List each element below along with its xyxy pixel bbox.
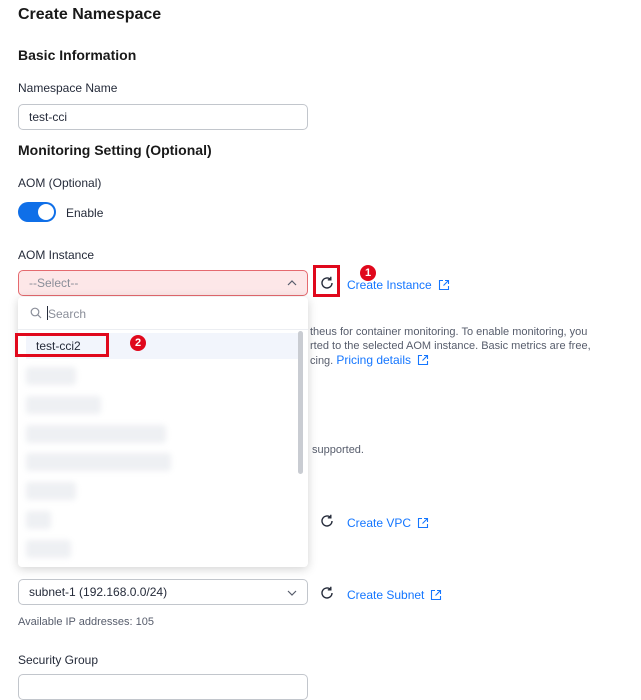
supported-text: supported. [312,444,364,456]
create-instance-text: Create Instance [347,278,432,292]
subnet-value: subnet-1 (192.168.0.0/24) [29,585,168,599]
aom-optional-label: AOM (Optional) [18,176,102,190]
monitoring-heading: Monitoring Setting (Optional) [18,142,212,158]
create-subnet-link[interactable]: Create Subnet [347,586,442,604]
aom-instance-select[interactable]: --Select-- [18,270,308,296]
info-line3-text: cing. [310,355,334,367]
monitoring-info-line1: theus for container monitoring. To enabl… [310,326,588,338]
external-link-icon [438,279,449,291]
aom-enable-toggle[interactable] [18,202,56,222]
blurred-option[interactable] [26,367,76,385]
annotation-box-option [15,333,109,357]
external-link-icon [417,517,429,529]
create-vpc-link[interactable]: Create VPC [347,514,429,532]
pricing-details-link[interactable]: Pricing details [336,353,411,367]
select-placeholder: --Select-- [29,276,79,290]
toggle-enable-label: Enable [66,206,104,220]
blurred-option[interactable] [26,453,171,471]
dropdown-search[interactable]: Search [18,297,308,330]
blurred-option[interactable] [26,396,101,414]
blurred-option[interactable] [26,540,71,558]
page-title: Create Namespace [18,6,162,23]
basic-info-heading: Basic Information [18,47,137,63]
monitoring-info-line2: rted to the selected AOM instance. Basic… [310,340,591,352]
dropdown-scrollbar[interactable] [298,331,303,474]
namespace-name-label: Namespace Name [18,81,118,95]
create-vpc-text: Create VPC [347,516,412,530]
blurred-option[interactable] [26,511,51,529]
create-subnet-text: Create Subnet [347,588,425,602]
create-instance-link[interactable]: Create Instance [347,276,450,294]
subnet-select[interactable]: subnet-1 (192.168.0.0/24) [18,579,308,605]
aom-instance-dropdown: Search test-cci2 2 [15,297,308,567]
toggle-knob [38,204,54,220]
refresh-icon[interactable] [319,585,335,601]
blurred-option[interactable] [26,482,76,500]
aom-instance-label: AOM Instance [18,248,95,262]
annotation-badge-2: 2 [130,335,146,351]
chevron-down-icon [287,590,297,596]
available-ip-text: Available IP addresses: 105 [18,616,154,628]
search-placeholder: Search [48,307,87,321]
external-link-icon [431,589,442,601]
monitoring-info-line3: cing. Pricing details [310,354,429,367]
namespace-name-input[interactable]: test-cci [18,104,308,130]
search-icon [30,307,42,319]
refresh-icon[interactable] [319,275,335,291]
external-link-icon [417,354,429,366]
refresh-icon[interactable] [319,513,335,529]
blurred-option[interactable] [26,425,166,443]
security-group-label: Security Group [18,653,99,667]
chevron-up-icon [287,280,297,286]
